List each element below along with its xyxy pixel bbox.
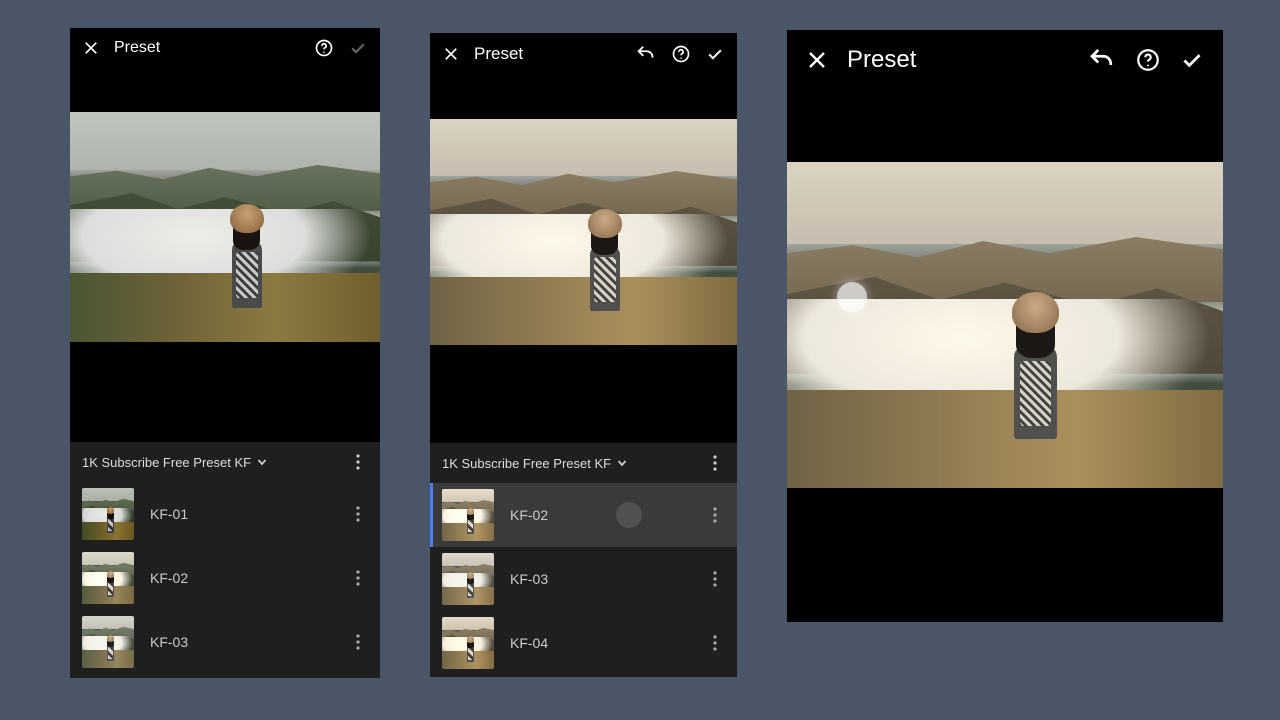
preset-item[interactable]: KF-04: [430, 611, 737, 675]
help-icon[interactable]: [671, 44, 691, 64]
preset-panel: 1K Subscribe Free Preset KF KF-02 KF-03 …: [430, 443, 737, 677]
page-title: Preset: [114, 39, 160, 57]
chevron-down-icon: [617, 456, 627, 471]
confirm-icon[interactable]: [705, 44, 725, 64]
undo-icon[interactable]: [1087, 45, 1117, 75]
preset-label: KF-03: [510, 571, 548, 587]
preset-group-selector[interactable]: 1K Subscribe Free Preset KF: [70, 442, 380, 482]
topbar: Preset: [787, 30, 1223, 90]
close-icon[interactable]: [442, 45, 460, 63]
phone-screenshot-3: Preset: [787, 30, 1223, 622]
preset-more-icon[interactable]: [348, 626, 368, 658]
preset-label: KF-01: [150, 506, 188, 522]
preset-label: KF-04: [510, 635, 548, 651]
chevron-down-icon: [257, 455, 267, 470]
preset-panel: 1K Subscribe Free Preset KF KF-01 KF-02 …: [70, 442, 380, 678]
page-title: Preset: [474, 44, 523, 64]
touch-ripple: [616, 502, 642, 528]
phone-screenshot-1: Preset 1K Subscribe Free Preset KF: [70, 28, 380, 678]
preset-item[interactable]: KF-03: [70, 610, 380, 674]
preset-more-icon[interactable]: [705, 627, 725, 659]
undo-icon[interactable]: [635, 43, 657, 65]
preset-more-icon[interactable]: [348, 562, 368, 594]
topbar: Preset: [430, 33, 737, 75]
confirm-icon[interactable]: [348, 38, 368, 58]
preset-label: KF-03: [150, 634, 188, 650]
help-icon[interactable]: [314, 38, 334, 58]
preset-group-label: 1K Subscribe Free Preset KF: [82, 455, 251, 470]
preset-thumbnail: [442, 489, 494, 541]
preset-group-label: 1K Subscribe Free Preset KF: [442, 456, 611, 471]
preset-more-icon[interactable]: [705, 563, 725, 595]
preset-item[interactable]: KF-01: [70, 482, 380, 546]
help-icon[interactable]: [1135, 47, 1161, 73]
image-preview[interactable]: [70, 112, 380, 342]
close-icon[interactable]: [82, 39, 100, 57]
image-preview[interactable]: [787, 162, 1223, 488]
preset-label: KF-02: [150, 570, 188, 586]
preset-item-selected[interactable]: KF-02: [430, 483, 737, 547]
phone-screenshot-2: Preset 1K Subscribe Free Preset KF: [430, 33, 737, 677]
preset-thumbnail: [442, 553, 494, 605]
close-icon[interactable]: [805, 48, 829, 72]
page-title: Preset: [847, 46, 916, 74]
group-more-icon[interactable]: [348, 446, 368, 478]
preset-thumbnail: [442, 617, 494, 669]
preset-item[interactable]: KF-03: [430, 547, 737, 611]
touch-indicator: [837, 282, 867, 312]
preset-item[interactable]: KF-02: [70, 546, 380, 610]
preset-thumbnail: [82, 616, 134, 668]
preset-group-selector[interactable]: 1K Subscribe Free Preset KF: [430, 443, 737, 483]
preset-thumbnail: [82, 488, 134, 540]
confirm-icon[interactable]: [1179, 47, 1205, 73]
preset-more-icon[interactable]: [705, 499, 725, 531]
preset-thumbnail: [82, 552, 134, 604]
topbar: Preset: [70, 28, 380, 68]
group-more-icon[interactable]: [705, 447, 725, 479]
preset-label: KF-02: [510, 507, 548, 523]
image-preview[interactable]: [430, 119, 737, 345]
preset-more-icon[interactable]: [348, 498, 368, 530]
